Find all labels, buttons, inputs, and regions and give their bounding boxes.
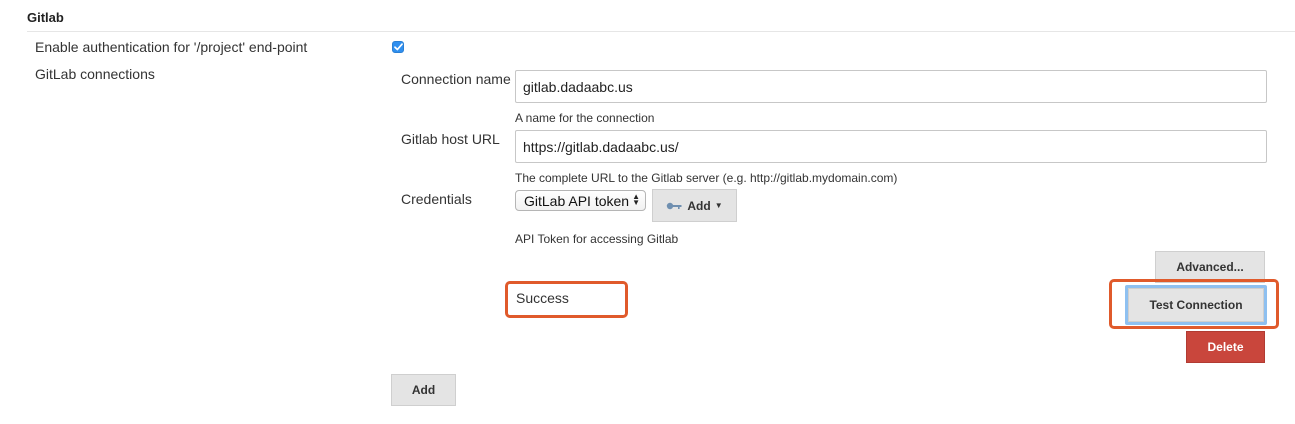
delete-button[interactable]: Delete xyxy=(1186,331,1265,363)
section-divider xyxy=(27,31,1295,32)
key-icon xyxy=(667,202,682,209)
auth-label: Enable authentication for '/project' end… xyxy=(35,39,308,55)
caret-down-icon: ▼ xyxy=(714,201,723,210)
connection-name-input[interactable]: gitlab.dadaabc.us xyxy=(515,70,1267,103)
credentials-select[interactable]: GitLab API token ▲ ▼ xyxy=(515,190,646,211)
credentials-add-button[interactable]: Add ▼ xyxy=(652,189,737,222)
add-connection-button[interactable]: Add xyxy=(391,374,456,406)
connections-label: GitLab connections xyxy=(35,66,155,82)
select-arrows-icon: ▲ ▼ xyxy=(632,192,640,207)
credentials-add-label: Add xyxy=(687,198,711,213)
auth-checkbox[interactable] xyxy=(392,41,404,53)
connection-name-label: Connection name xyxy=(401,71,511,87)
connection-status: Success xyxy=(516,290,569,306)
host-url-label: Gitlab host URL xyxy=(401,131,500,147)
test-connection-button[interactable]: Test Connection xyxy=(1128,288,1264,322)
section-title: Gitlab xyxy=(27,10,64,25)
host-url-input[interactable]: https://gitlab.dadaabc.us/ xyxy=(515,130,1267,163)
credentials-help: API Token for accessing Gitlab xyxy=(515,232,679,246)
checkmark-icon xyxy=(393,43,403,51)
connection-name-value: gitlab.dadaabc.us xyxy=(523,78,633,95)
connection-name-help: A name for the connection xyxy=(515,111,655,125)
host-url-value: https://gitlab.dadaabc.us/ xyxy=(523,138,679,155)
credentials-selected: GitLab API token xyxy=(524,192,630,209)
host-url-help: The complete URL to the Gitlab server (e… xyxy=(515,171,898,185)
credentials-label: Credentials xyxy=(401,191,472,207)
